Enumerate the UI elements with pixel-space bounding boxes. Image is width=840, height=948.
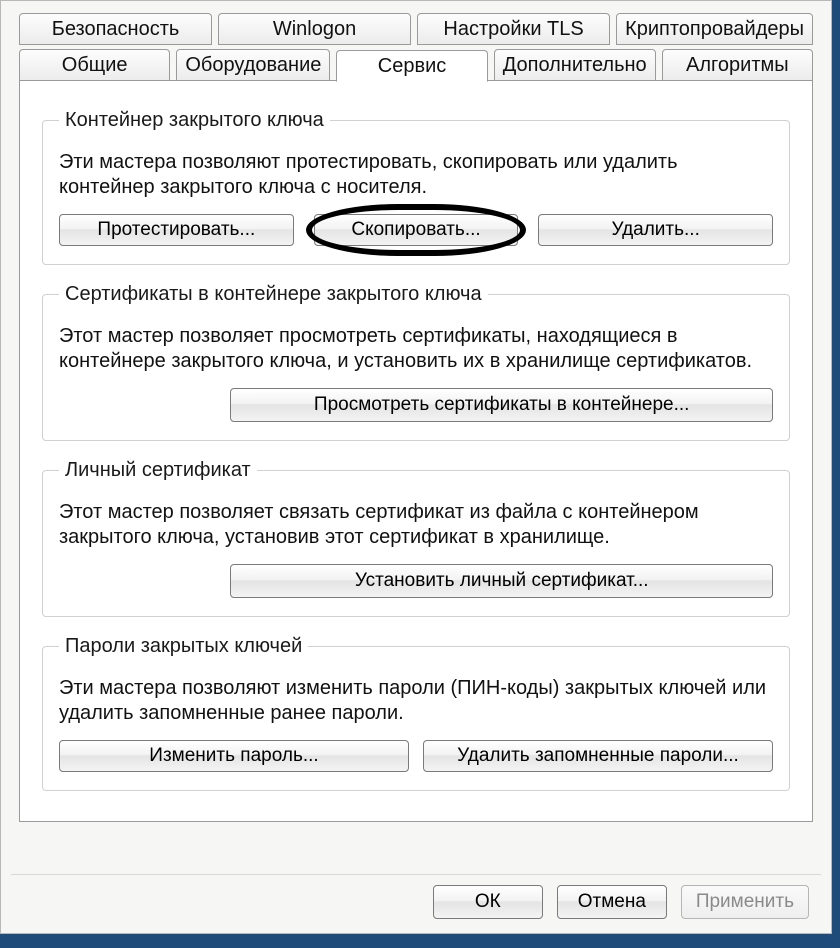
tab-page-service: Контейнер закрытого ключа Эти мастера по… bbox=[19, 80, 813, 822]
copy-container-highlight: Скопировать... bbox=[314, 214, 519, 246]
tab-area: Безопасность Winlogon Настройки TLS Крип… bbox=[19, 13, 813, 822]
tab-general[interactable]: Общие bbox=[19, 49, 170, 81]
group-key-passwords-desc: Эти мастера позволяют изменить пароли (П… bbox=[59, 676, 773, 726]
tab-security[interactable]: Безопасность bbox=[19, 13, 212, 45]
tab-advanced[interactable]: Дополнительно bbox=[494, 49, 656, 81]
tab-algorithms[interactable]: Алгоритмы bbox=[662, 49, 813, 81]
group-container-certs-desc: Этот мастер позволяет просмотреть сертиф… bbox=[59, 324, 773, 374]
dialog-window: Безопасность Winlogon Настройки TLS Крип… bbox=[0, 0, 832, 934]
tab-winlogon[interactable]: Winlogon bbox=[218, 13, 411, 45]
tab-row-2: Общие Оборудование Сервис Дополнительно … bbox=[19, 49, 813, 81]
view-container-certs-button[interactable]: Просмотреть сертификаты в контейнере... bbox=[230, 388, 773, 422]
dialog-footer: ОК Отмена Применить bbox=[433, 885, 809, 919]
delete-saved-passwords-button[interactable]: Удалить запомненные пароли... bbox=[423, 740, 773, 772]
change-password-button[interactable]: Изменить пароль... bbox=[59, 740, 409, 772]
group-personal-cert-desc: Этот мастер позволяет связать сертификат… bbox=[59, 500, 773, 550]
key-passwords-buttons: Изменить пароль... Удалить запомненные п… bbox=[59, 740, 773, 772]
install-personal-cert-button[interactable]: Установить личный сертификат... bbox=[230, 564, 773, 598]
footer-separator bbox=[11, 874, 821, 875]
group-personal-cert: Личный сертификат Этот мастер позволяет … bbox=[42, 459, 790, 617]
test-container-button[interactable]: Протестировать... bbox=[59, 214, 294, 246]
group-key-container-legend: Контейнер закрытого ключа bbox=[59, 109, 330, 132]
tab-service[interactable]: Сервис bbox=[336, 50, 487, 82]
tab-crypto-providers[interactable]: Криптопровайдеры bbox=[616, 13, 813, 45]
group-key-container-desc: Эти мастера позволяют протестировать, ск… bbox=[59, 150, 773, 200]
group-key-container: Контейнер закрытого ключа Эти мастера по… bbox=[42, 109, 790, 265]
group-container-certs: Сертификаты в контейнере закрытого ключа… bbox=[42, 283, 790, 441]
tab-row-1: Безопасность Winlogon Настройки TLS Крип… bbox=[19, 13, 813, 45]
delete-container-button[interactable]: Удалить... bbox=[538, 214, 773, 246]
apply-button[interactable]: Применить bbox=[681, 885, 809, 919]
key-container-buttons: Протестировать... Скопировать... Удалить… bbox=[59, 214, 773, 246]
copy-container-button[interactable]: Скопировать... bbox=[314, 214, 519, 246]
group-key-passwords: Пароли закрытых ключей Эти мастера позво… bbox=[42, 635, 790, 791]
tab-tls-settings[interactable]: Настройки TLS bbox=[417, 13, 610, 45]
cancel-button[interactable]: Отмена bbox=[557, 885, 667, 919]
group-personal-cert-legend: Личный сертификат bbox=[59, 459, 257, 482]
group-container-certs-legend: Сертификаты в контейнере закрытого ключа bbox=[59, 283, 488, 306]
group-key-passwords-legend: Пароли закрытых ключей bbox=[59, 635, 308, 658]
ok-button[interactable]: ОК bbox=[433, 885, 543, 919]
tab-hardware[interactable]: Оборудование bbox=[176, 49, 330, 81]
